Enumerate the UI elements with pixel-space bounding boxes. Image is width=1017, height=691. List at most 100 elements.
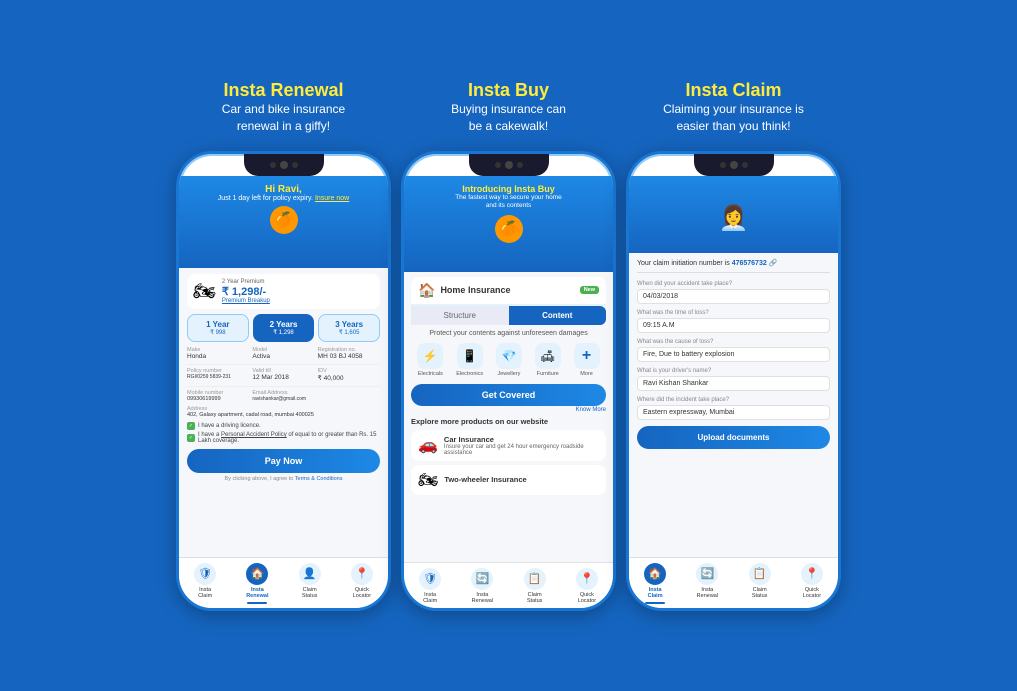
nav-quick-locator[interactable]: 📍 QuickLocator — [336, 563, 388, 604]
renewal-title: Insta Renewal — [222, 80, 345, 101]
notch-dot-5 — [720, 162, 726, 168]
cause-loss-label: What was the cause of loss? — [637, 339, 830, 345]
field-time-loss: What was the time of loss? 09:15 A.M — [637, 310, 830, 333]
accident-date-label: When did your accident take place? — [637, 281, 830, 287]
renewal-bottom-nav: 🛡 InstaClaim 🏠 InstaRenewal 👤 ClaimStatu… — [179, 557, 388, 608]
nav-underline-3 — [645, 602, 665, 604]
driver-name-label: What is your driver's name? — [637, 368, 830, 374]
electronics-label: Electronics — [456, 371, 483, 377]
phone-notch-2 — [469, 154, 549, 176]
insurance-title: Home Insurance — [440, 285, 574, 295]
buy-header: Introducing Insta Buy The fastest way to… — [404, 176, 613, 272]
main-container: Insta Renewal Car and bike insurancerene… — [146, 60, 871, 631]
renewal-phone-frame: Hi Ravi, Just 1 day left for policy expi… — [176, 151, 391, 611]
nav-claim-2[interactable]: 🛡 InstaClaim — [404, 568, 456, 604]
know-more-link[interactable]: Know More — [411, 407, 606, 413]
check-icon-2: ✓ — [187, 434, 195, 442]
buy-subtext: The fastest way to secure your homeand i… — [414, 194, 603, 211]
nav-locator-2[interactable]: 📍 QuickLocator — [561, 568, 613, 604]
detail-mobile: Mobile number 09930619999 — [187, 390, 249, 402]
vehicle-details: Make Honda Model Activa Registration no.… — [187, 347, 380, 360]
car-insurance-card[interactable]: 🚗 Car Insurance Insure your car and get … — [411, 430, 606, 461]
icon-electronics: 📱 Electronics — [456, 343, 483, 377]
get-covered-button[interactable]: Get Covered — [411, 384, 606, 406]
renewal-screen: Hi Ravi, Just 1 day left for policy expi… — [179, 176, 388, 608]
upload-documents-button[interactable]: Upload documents — [637, 426, 830, 449]
incident-place-value: Eastern expressway, Mumbai — [637, 405, 830, 420]
renewal-content: 🏍 2 Year Premium ₹ 1,298/- Premium Break… — [179, 268, 388, 557]
nav-claim-status[interactable]: 👤 ClaimStatus — [284, 563, 336, 604]
claim-phone-frame: 👩‍💼 Your claim initiation number is 4765… — [626, 151, 841, 611]
furniture-icon: 🛋 — [535, 343, 561, 369]
detail-policy: Policy number RGI/0259 5839-231 — [187, 368, 249, 382]
nav-claim-icon: 🛡 — [194, 563, 216, 585]
premium-link[interactable]: Premium Breakup — [222, 298, 374, 304]
car-insurance-title: Car Insurance — [444, 435, 599, 444]
electricals-label: Electricals — [417, 371, 443, 377]
nav-renewal-3[interactable]: 🔄 InstaRenewal — [681, 563, 733, 604]
year-tab-1[interactable]: 1 Year ₹ 998 — [187, 314, 249, 342]
icon-more[interactable]: + More — [574, 343, 600, 377]
nav-locator-label-3: QuickLocator — [803, 587, 821, 599]
year-tab-2[interactable]: 2 Years ₹ 1,298 — [253, 314, 315, 342]
claim-content: Your claim initiation number is 47657673… — [629, 253, 838, 557]
bike-insurance-title: Two-wheeler Insurance — [444, 475, 526, 484]
nav-claim-icon-3: 🏠 — [644, 563, 666, 585]
insta-claim-section: Insta Claim Claiming your insurance isea… — [626, 80, 841, 611]
buy-phone-frame: Introducing Insta Buy The fastest way to… — [401, 151, 616, 611]
nav-renewal-label-3: InstaRenewal — [697, 587, 718, 599]
nav-status-3[interactable]: 📋 ClaimStatus — [734, 563, 786, 604]
electronics-icon: 📱 — [457, 343, 483, 369]
nav-underline-1 — [247, 602, 267, 604]
nav-locator-label-2: QuickLocator — [578, 592, 596, 604]
nav-insta-claim[interactable]: 🛡 InstaClaim — [179, 563, 231, 604]
cause-loss-value: Fire, Due to battery explosion — [637, 347, 830, 362]
renewal-subtext: Just 1 day left for policy expiry. Insur… — [189, 195, 378, 202]
detail-idv: IDV ₹ 40,000 — [318, 368, 380, 382]
buy-subtitle: Buying insurance canbe a cakewalk! — [451, 101, 566, 135]
checkbox-driving[interactable]: ✓ I have a driving licence. — [187, 422, 380, 430]
claim-header: 👩‍💼 — [629, 176, 838, 253]
nav-claim-label-3: InstaClaim — [648, 587, 663, 599]
nav-renewal-2[interactable]: 🔄 InstaRenewal — [456, 568, 508, 604]
claim-title-block: Insta Claim Claiming your insurance isea… — [663, 80, 804, 135]
renewal-subtitle: Car and bike insurancerenewal in a giffy… — [222, 101, 345, 135]
buy-title-block: Insta Buy Buying insurance canbe a cakew… — [451, 80, 566, 135]
notch-camera-3 — [730, 161, 738, 169]
notch-dot-2 — [292, 162, 298, 168]
nav-status-label-2: ClaimStatus — [527, 592, 543, 604]
time-loss-value: 09:15 A.M — [637, 318, 830, 333]
driver-name-value: Ravi Kishan Shankar — [637, 376, 830, 391]
nav-locator-icon-2: 📍 — [576, 568, 598, 590]
nav-locator-3[interactable]: 📍 QuickLocator — [786, 563, 838, 604]
nav-status-icon: 👤 — [299, 563, 321, 585]
incident-place-label: Where did the incident take place? — [637, 397, 830, 403]
tab-structure[interactable]: Structure — [411, 306, 509, 325]
nav-claim-3[interactable]: 🏠 InstaClaim — [629, 563, 681, 604]
claim-title: Insta Claim — [663, 80, 804, 101]
insta-buy-section: Insta Buy Buying insurance canbe a cakew… — [401, 80, 616, 611]
jewellery-icon: 💎 — [496, 343, 522, 369]
checkbox-pa[interactable]: ✓ I have a Personal Accident Policy of e… — [187, 432, 380, 444]
insta-renewal-section: Insta Renewal Car and bike insurancerene… — [176, 80, 391, 611]
year-tab-3[interactable]: 3 Years ₹ 1,605 — [318, 314, 380, 342]
bike-insurance-card[interactable]: 🏍 Two-wheeler Insurance — [411, 465, 606, 495]
checkboxes: ✓ I have a driving licence. ✓ I have a P… — [187, 422, 380, 444]
nav-renewal-icon-3: 🔄 — [696, 563, 718, 585]
renewal-header: Hi Ravi, Just 1 day left for policy expi… — [179, 176, 388, 268]
nav-status-2[interactable]: 📋 ClaimStatus — [509, 568, 561, 604]
nav-renewal-label: InstaRenewal — [246, 587, 268, 599]
electricals-icon: ⚡ — [417, 343, 443, 369]
buy-orange-icon: 🍊 — [495, 215, 523, 243]
nav-locator-label: QuickLocator — [353, 587, 371, 599]
renewal-greeting: Hi Ravi, — [189, 184, 378, 195]
tab-content[interactable]: Content — [509, 306, 607, 325]
renewal-title-block: Insta Renewal Car and bike insurancerene… — [222, 80, 345, 135]
agent-icon: 👩‍💼 — [639, 204, 828, 233]
icon-electricals: ⚡ Electricals — [417, 343, 443, 377]
buy-bottom-nav: 🛡 InstaClaim 🔄 InstaRenewal 📋 ClaimStatu… — [404, 562, 613, 608]
claim-number-row: Your claim initiation number is 47657673… — [637, 259, 830, 273]
contact-details: Mobile number 09930619999 Email Address … — [187, 386, 380, 402]
pay-now-button[interactable]: Pay Now — [187, 449, 380, 473]
nav-insta-renewal[interactable]: 🏠 InstaRenewal — [231, 563, 283, 604]
